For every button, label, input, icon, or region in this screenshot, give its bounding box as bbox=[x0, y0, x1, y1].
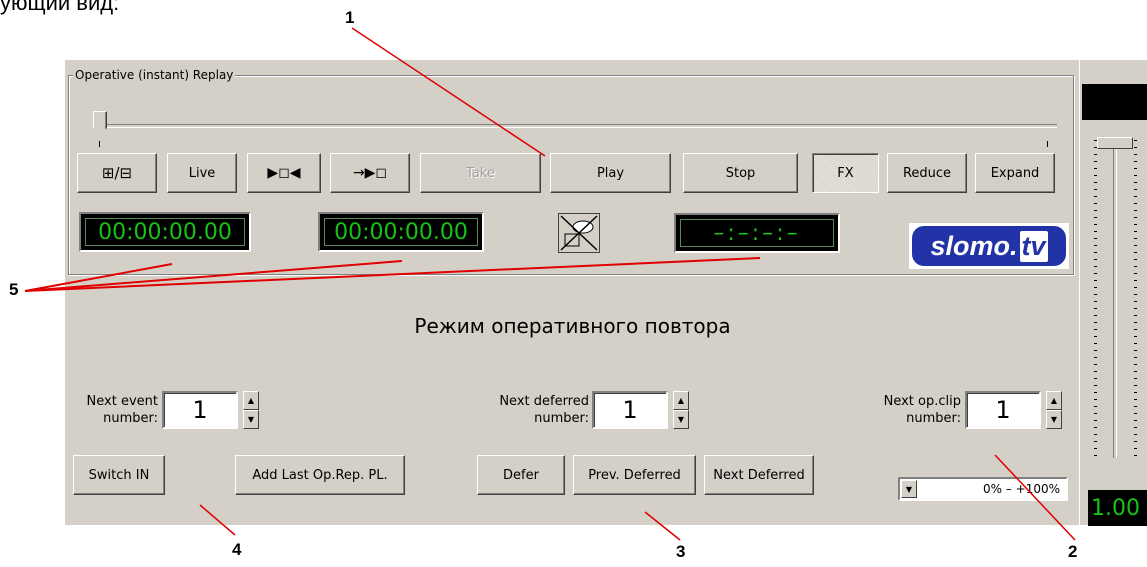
add-last-opreplay-button[interactable]: Add Last Op.Rep. PL. bbox=[235, 455, 405, 495]
layout-toggle-button[interactable]: ⊞/⊟ bbox=[77, 153, 157, 193]
next-deferred-label-line1: Next deferred bbox=[499, 394, 589, 409]
range-value: 0% – +100% bbox=[982, 482, 1060, 496]
reduce-button[interactable]: Reduce bbox=[887, 153, 967, 193]
take-button[interactable]: Take bbox=[420, 153, 541, 193]
spin-up-icon[interactable]: ▲ bbox=[1046, 391, 1062, 410]
next-event-spinner[interactable]: ▲ ▼ bbox=[243, 391, 259, 429]
vertical-slider-thumb[interactable] bbox=[1097, 137, 1133, 149]
group-title: Operative (instant) Replay bbox=[73, 68, 236, 82]
logo-text: slomo bbox=[930, 230, 1010, 261]
screenshot-root: ующий вид: Operative (instant) Replay ⊞/… bbox=[0, 0, 1147, 567]
prev-deferred-button[interactable]: Prev. Deferred bbox=[573, 455, 696, 495]
mark-out-button[interactable]: →▶◻ bbox=[330, 153, 410, 193]
next-opclip-label-line1: Next op.clip bbox=[883, 394, 961, 409]
next-deferred-input[interactable]: 1 bbox=[592, 391, 668, 429]
slider-tick-end bbox=[1047, 141, 1048, 147]
spin-down-icon[interactable]: ▼ bbox=[673, 410, 689, 429]
mark-out-icon: →▶◻ bbox=[352, 165, 388, 181]
spin-down-icon[interactable]: ▼ bbox=[243, 410, 259, 429]
timecode-1-value: 00:00:00.00 bbox=[85, 218, 245, 246]
replay-panel: Operative (instant) Replay ⊞/⊟ Live ▶◻◀ … bbox=[65, 60, 1080, 525]
range-combobox[interactable]: ▼ 0% – +100% bbox=[898, 477, 1068, 501]
expand-button[interactable]: Expand bbox=[975, 153, 1055, 193]
next-event-label: Next event number: bbox=[70, 393, 158, 427]
next-event-label-line1: Next event bbox=[86, 394, 158, 409]
timecode-display-2: 00:00:00.00 bbox=[318, 212, 484, 252]
next-event-label-line2: number: bbox=[103, 411, 158, 426]
next-opclip-input[interactable]: 1 bbox=[965, 391, 1041, 429]
mark-in-button[interactable]: ▶◻◀ bbox=[247, 153, 321, 193]
spin-down-icon[interactable]: ▼ bbox=[1046, 410, 1062, 429]
combo-dropdown-icon[interactable]: ▼ bbox=[901, 480, 917, 498]
live-button[interactable]: Live bbox=[167, 153, 237, 193]
next-opclip-spinner[interactable]: ▲ ▼ bbox=[1046, 391, 1062, 429]
next-deferred-button[interactable]: Next Deferred bbox=[704, 455, 814, 495]
fx-button[interactable]: FX bbox=[812, 153, 879, 193]
stop-button[interactable]: Stop bbox=[683, 153, 798, 193]
next-opclip-label-line2: number: bbox=[906, 411, 961, 426]
right-black-display bbox=[1082, 84, 1147, 120]
annotation-4: 4 bbox=[232, 540, 242, 559]
annotation-1: 1 bbox=[345, 8, 355, 27]
defer-button[interactable]: Defer bbox=[477, 455, 565, 495]
switch-in-button[interactable]: Switch IN bbox=[73, 455, 165, 495]
logo-dot: . bbox=[1009, 230, 1018, 261]
layout-grid-icon: ⊞/⊟ bbox=[101, 164, 133, 182]
slomo-tv-logo: slomo. tv bbox=[909, 223, 1069, 269]
next-event-input[interactable]: 1 bbox=[162, 391, 238, 429]
vertical-ticks-left bbox=[1094, 140, 1097, 460]
annotation-3: 3 bbox=[676, 542, 686, 561]
timecode-3-value: –:–:–:– bbox=[680, 219, 834, 247]
annotation-2: 2 bbox=[1068, 542, 1078, 561]
no-signal-icon[interactable] bbox=[558, 213, 600, 253]
slider-tick-start bbox=[99, 141, 100, 147]
position-slider-thumb[interactable] bbox=[93, 111, 107, 135]
operative-replay-group: Operative (instant) Replay ⊞/⊟ Live ▶◻◀ … bbox=[68, 68, 1074, 275]
timecode-display-3: –:–:–:– bbox=[674, 213, 840, 253]
position-slider-track[interactable] bbox=[99, 124, 1057, 128]
right-value-display: 1.00 bbox=[1088, 490, 1147, 526]
vertical-ticks-right bbox=[1134, 140, 1137, 460]
logo-tv: tv bbox=[1019, 230, 1048, 262]
spin-up-icon[interactable]: ▲ bbox=[243, 391, 259, 410]
next-deferred-spinner[interactable]: ▲ ▼ bbox=[673, 391, 689, 429]
next-deferred-label: Next deferred number: bbox=[465, 393, 589, 427]
next-deferred-label-line2: number: bbox=[534, 411, 589, 426]
timecode-2-value: 00:00:00.00 bbox=[324, 218, 478, 246]
caption-fragment: ующий вид: bbox=[0, 0, 120, 15]
spin-up-icon[interactable]: ▲ bbox=[673, 391, 689, 410]
mark-in-icon: ▶◻◀ bbox=[267, 165, 301, 181]
vertical-slider-track[interactable] bbox=[1113, 140, 1117, 458]
next-opclip-label: Next op.clip number: bbox=[855, 393, 961, 427]
timecode-display-1: 00:00:00.00 bbox=[79, 212, 251, 252]
mode-title: Режим оперативного повтора bbox=[414, 314, 731, 338]
play-button[interactable]: Play bbox=[550, 153, 671, 193]
annotation-5: 5 bbox=[9, 280, 19, 299]
